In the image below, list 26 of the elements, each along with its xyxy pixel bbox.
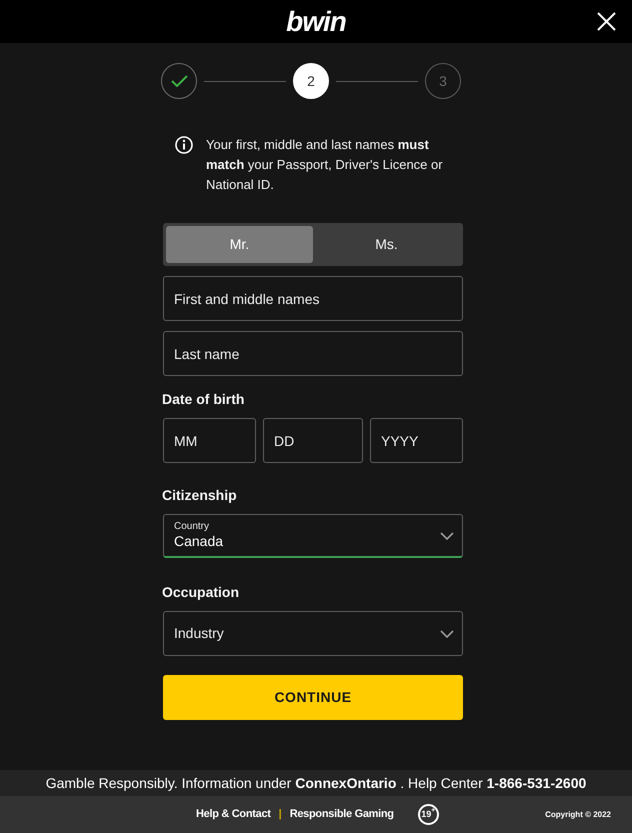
copyright-text: Copyright © 2022 [545,808,611,820]
link-separator: | [278,807,282,822]
day-field[interactable]: DD [263,418,363,463]
chevron-down-icon [440,630,454,638]
info-icon [175,136,193,154]
age-limit-badge: 19$^{+}$ [418,804,439,825]
country-select[interactable]: Country Canada [163,514,463,558]
continue-button[interactable]: CONTINUE [163,675,463,720]
last-name-field[interactable]: Last name [163,331,463,376]
occupation-select[interactable]: Industry [163,611,463,656]
salutation-option[interactable]: Mr. [166,226,313,263]
close-icon[interactable] [597,12,616,31]
footer-link[interactable]: Responsible Gaming [290,806,394,823]
field-label: Citizenship [162,487,238,503]
month-field[interactable]: MM [163,418,256,463]
field-label: Occupation [162,584,240,600]
brand-logo: bwin [286,8,346,36]
salutation-option[interactable]: Ms. [313,226,460,263]
footer-link[interactable]: Help & Contact [196,806,271,823]
chevron-down-icon [440,532,454,540]
name-match-notice: Your first, middle and last names must match your Passport, Driver's Licence or National ID. [206,136,444,194]
checkmark-icon [170,75,188,87]
responsible-gambling-notice: Gamble Responsibly. Information under ConnexOntario . Help Center 1-866-531-2600 [46,774,586,793]
first-name-field[interactable]: First and middle names [163,276,463,321]
field-label: Date of birth [162,391,246,407]
year-field[interactable]: YYYY [370,418,463,463]
